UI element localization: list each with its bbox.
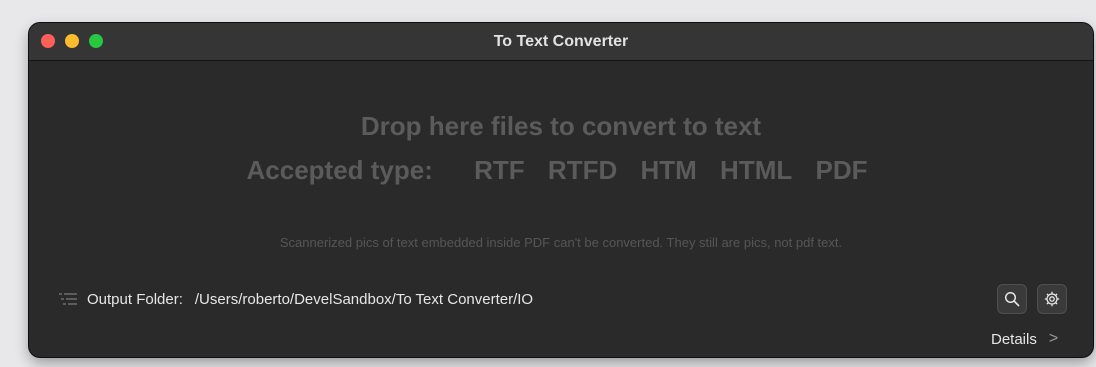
type-pdf: PDF bbox=[815, 155, 868, 185]
app-window: To Text Converter Drop here files to con… bbox=[29, 23, 1093, 357]
accepted-type-label: Accepted type: bbox=[246, 155, 433, 185]
magnifying-glass-icon bbox=[1004, 291, 1020, 307]
output-folder-row: Output Folder: /Users/roberto/DevelSandb… bbox=[59, 287, 533, 311]
title-bar[interactable]: To Text Converter bbox=[29, 23, 1093, 61]
settings-button[interactable] bbox=[1037, 284, 1067, 314]
gear-icon bbox=[1044, 291, 1060, 307]
chevron-right-icon: > bbox=[1048, 330, 1059, 347]
details-label: Details bbox=[991, 330, 1037, 348]
type-rtf: RTF bbox=[474, 155, 525, 185]
output-folder-path: /Users/roberto/DevelSandbox/To Text Conv… bbox=[194, 290, 534, 308]
drop-heading: Drop here files to convert to text bbox=[360, 111, 762, 141]
type-rtfd: RTFD bbox=[547, 155, 618, 185]
accepted-types-row: Accepted type: RTF RTFD HTM HTML PDF bbox=[29, 155, 1093, 186]
type-htm: HTM bbox=[640, 155, 697, 185]
pdf-scan-note: Scannerized pics of text embedded inside… bbox=[279, 235, 843, 250]
output-folder-label: Output Folder: bbox=[87, 290, 183, 308]
file-drop-zone[interactable]: Drop here files to convert to text Accep… bbox=[29, 61, 1093, 261]
list-lines-icon bbox=[59, 293, 77, 305]
window-title: To Text Converter bbox=[493, 33, 629, 50]
reveal-folder-button[interactable] bbox=[997, 284, 1027, 314]
type-html: HTML bbox=[720, 155, 793, 185]
details-disclosure[interactable]: Details > bbox=[991, 329, 1058, 349]
